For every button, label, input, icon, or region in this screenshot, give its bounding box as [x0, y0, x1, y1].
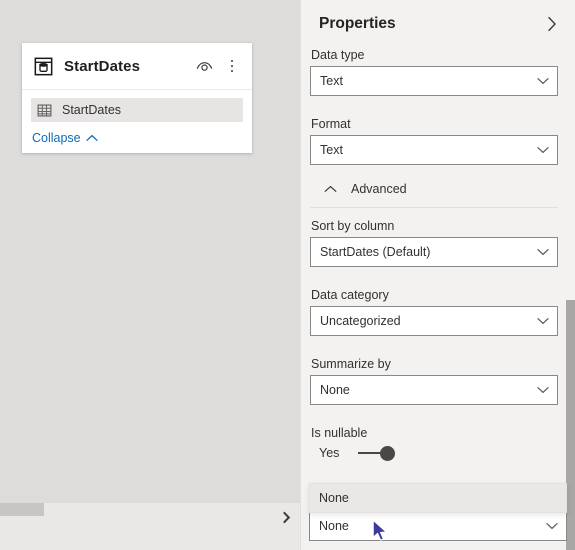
chevron-down-icon — [537, 318, 549, 325]
field-row-startdates[interactable]: StartDates — [31, 98, 243, 122]
is-nullable-state-label: Yes — [319, 446, 340, 460]
chevron-down-icon — [546, 523, 558, 530]
is-nullable-label: Is nullable — [311, 426, 368, 440]
horizontal-scrollbar-thumb[interactable] — [0, 503, 44, 516]
properties-vertical-scrollbar[interactable] — [566, 0, 575, 550]
horizontal-scrollbar[interactable] — [0, 503, 292, 516]
grid-table-icon — [37, 104, 52, 117]
table-card-header: StartDates — [22, 43, 252, 90]
expand-panel-button[interactable] — [276, 507, 296, 527]
kebab-dots — [230, 57, 234, 75]
properties-header: Properties — [301, 0, 575, 48]
model-canvas: StartDates StartDates Collapse — [0, 0, 300, 550]
eye-icon-glyph — [196, 61, 212, 71]
page-title: Properties — [319, 15, 396, 32]
format-field: Format Text — [310, 117, 558, 165]
data-type-field: Data type Text — [310, 48, 558, 96]
table-card-title: StartDates — [64, 57, 141, 75]
format-label: Format — [311, 117, 351, 131]
bottom-open-select-value: None — [319, 519, 349, 533]
format-value: Text — [320, 143, 343, 157]
data-category-field: Data category Uncategorized — [310, 288, 558, 336]
data-type-select[interactable]: Text — [310, 66, 558, 96]
data-category-select[interactable]: Uncategorized — [310, 306, 558, 336]
advanced-section-toggle[interactable]: Advanced — [310, 170, 558, 207]
summarize-by-field: Summarize by None — [310, 357, 558, 405]
properties-scrollbar-thumb[interactable] — [566, 300, 575, 550]
data-type-value: Text — [320, 74, 343, 88]
format-select[interactable]: Text — [310, 135, 558, 165]
chevron-up-icon — [85, 134, 98, 141]
canvas-bottom-bar — [0, 503, 300, 550]
table-database-icon — [34, 57, 53, 75]
chevron-right-icon — [282, 511, 290, 523]
table-card-body: StartDates Collapse — [22, 90, 252, 153]
advanced-label: Advanced — [351, 182, 407, 196]
bottom-open-select[interactable]: None — [309, 511, 567, 541]
summarize-by-value: None — [320, 383, 350, 397]
advanced-divider — [310, 207, 558, 208]
data-category-label: Data category — [311, 288, 389, 302]
sort-by-column-value: StartDates (Default) — [320, 245, 431, 259]
toggle-knob — [380, 446, 396, 461]
field-label: StartDates — [62, 103, 122, 117]
sort-by-column-field: Sort by column StartDates (Default) — [310, 219, 558, 267]
collapse-toggle[interactable]: Collapse — [32, 131, 98, 145]
chevron-down-icon — [537, 249, 549, 256]
sort-by-column-label: Sort by column — [311, 219, 395, 233]
app-root: StartDates StartDates Collapse Propertie… — [0, 0, 575, 550]
is-nullable-field: Is nullable Yes — [310, 426, 558, 462]
is-nullable-toggle-row: Yes — [319, 444, 558, 462]
open-dropdown-list[interactable]: None — [309, 483, 567, 513]
chevron-down-icon — [537, 147, 549, 154]
more-options-kebab-icon[interactable] — [222, 56, 242, 76]
properties-panel: Properties Data type Text Format Text Ad… — [300, 0, 575, 550]
dropdown-option-none[interactable]: None — [310, 484, 566, 512]
chevron-down-icon — [537, 78, 549, 85]
data-type-label: Data type — [311, 48, 365, 62]
collapse-properties-button[interactable] — [541, 13, 563, 35]
eye-hidden-icon[interactable] — [194, 56, 214, 76]
summarize-by-label: Summarize by — [311, 357, 391, 371]
properties-body: Data type Text Format Text Advanced Sort… — [301, 48, 575, 462]
chevron-right-icon — [548, 16, 556, 32]
chevron-up-icon — [324, 185, 337, 192]
collapse-label: Collapse — [32, 131, 81, 145]
is-nullable-toggle[interactable] — [358, 444, 398, 462]
data-category-value: Uncategorized — [320, 314, 401, 328]
sort-by-column-select[interactable]: StartDates (Default) — [310, 237, 558, 267]
table-card-startdates[interactable]: StartDates StartDates Collapse — [22, 43, 252, 153]
bottom-select-wrapper: None — [309, 511, 567, 541]
chevron-down-icon — [537, 387, 549, 394]
summarize-by-select[interactable]: None — [310, 375, 558, 405]
